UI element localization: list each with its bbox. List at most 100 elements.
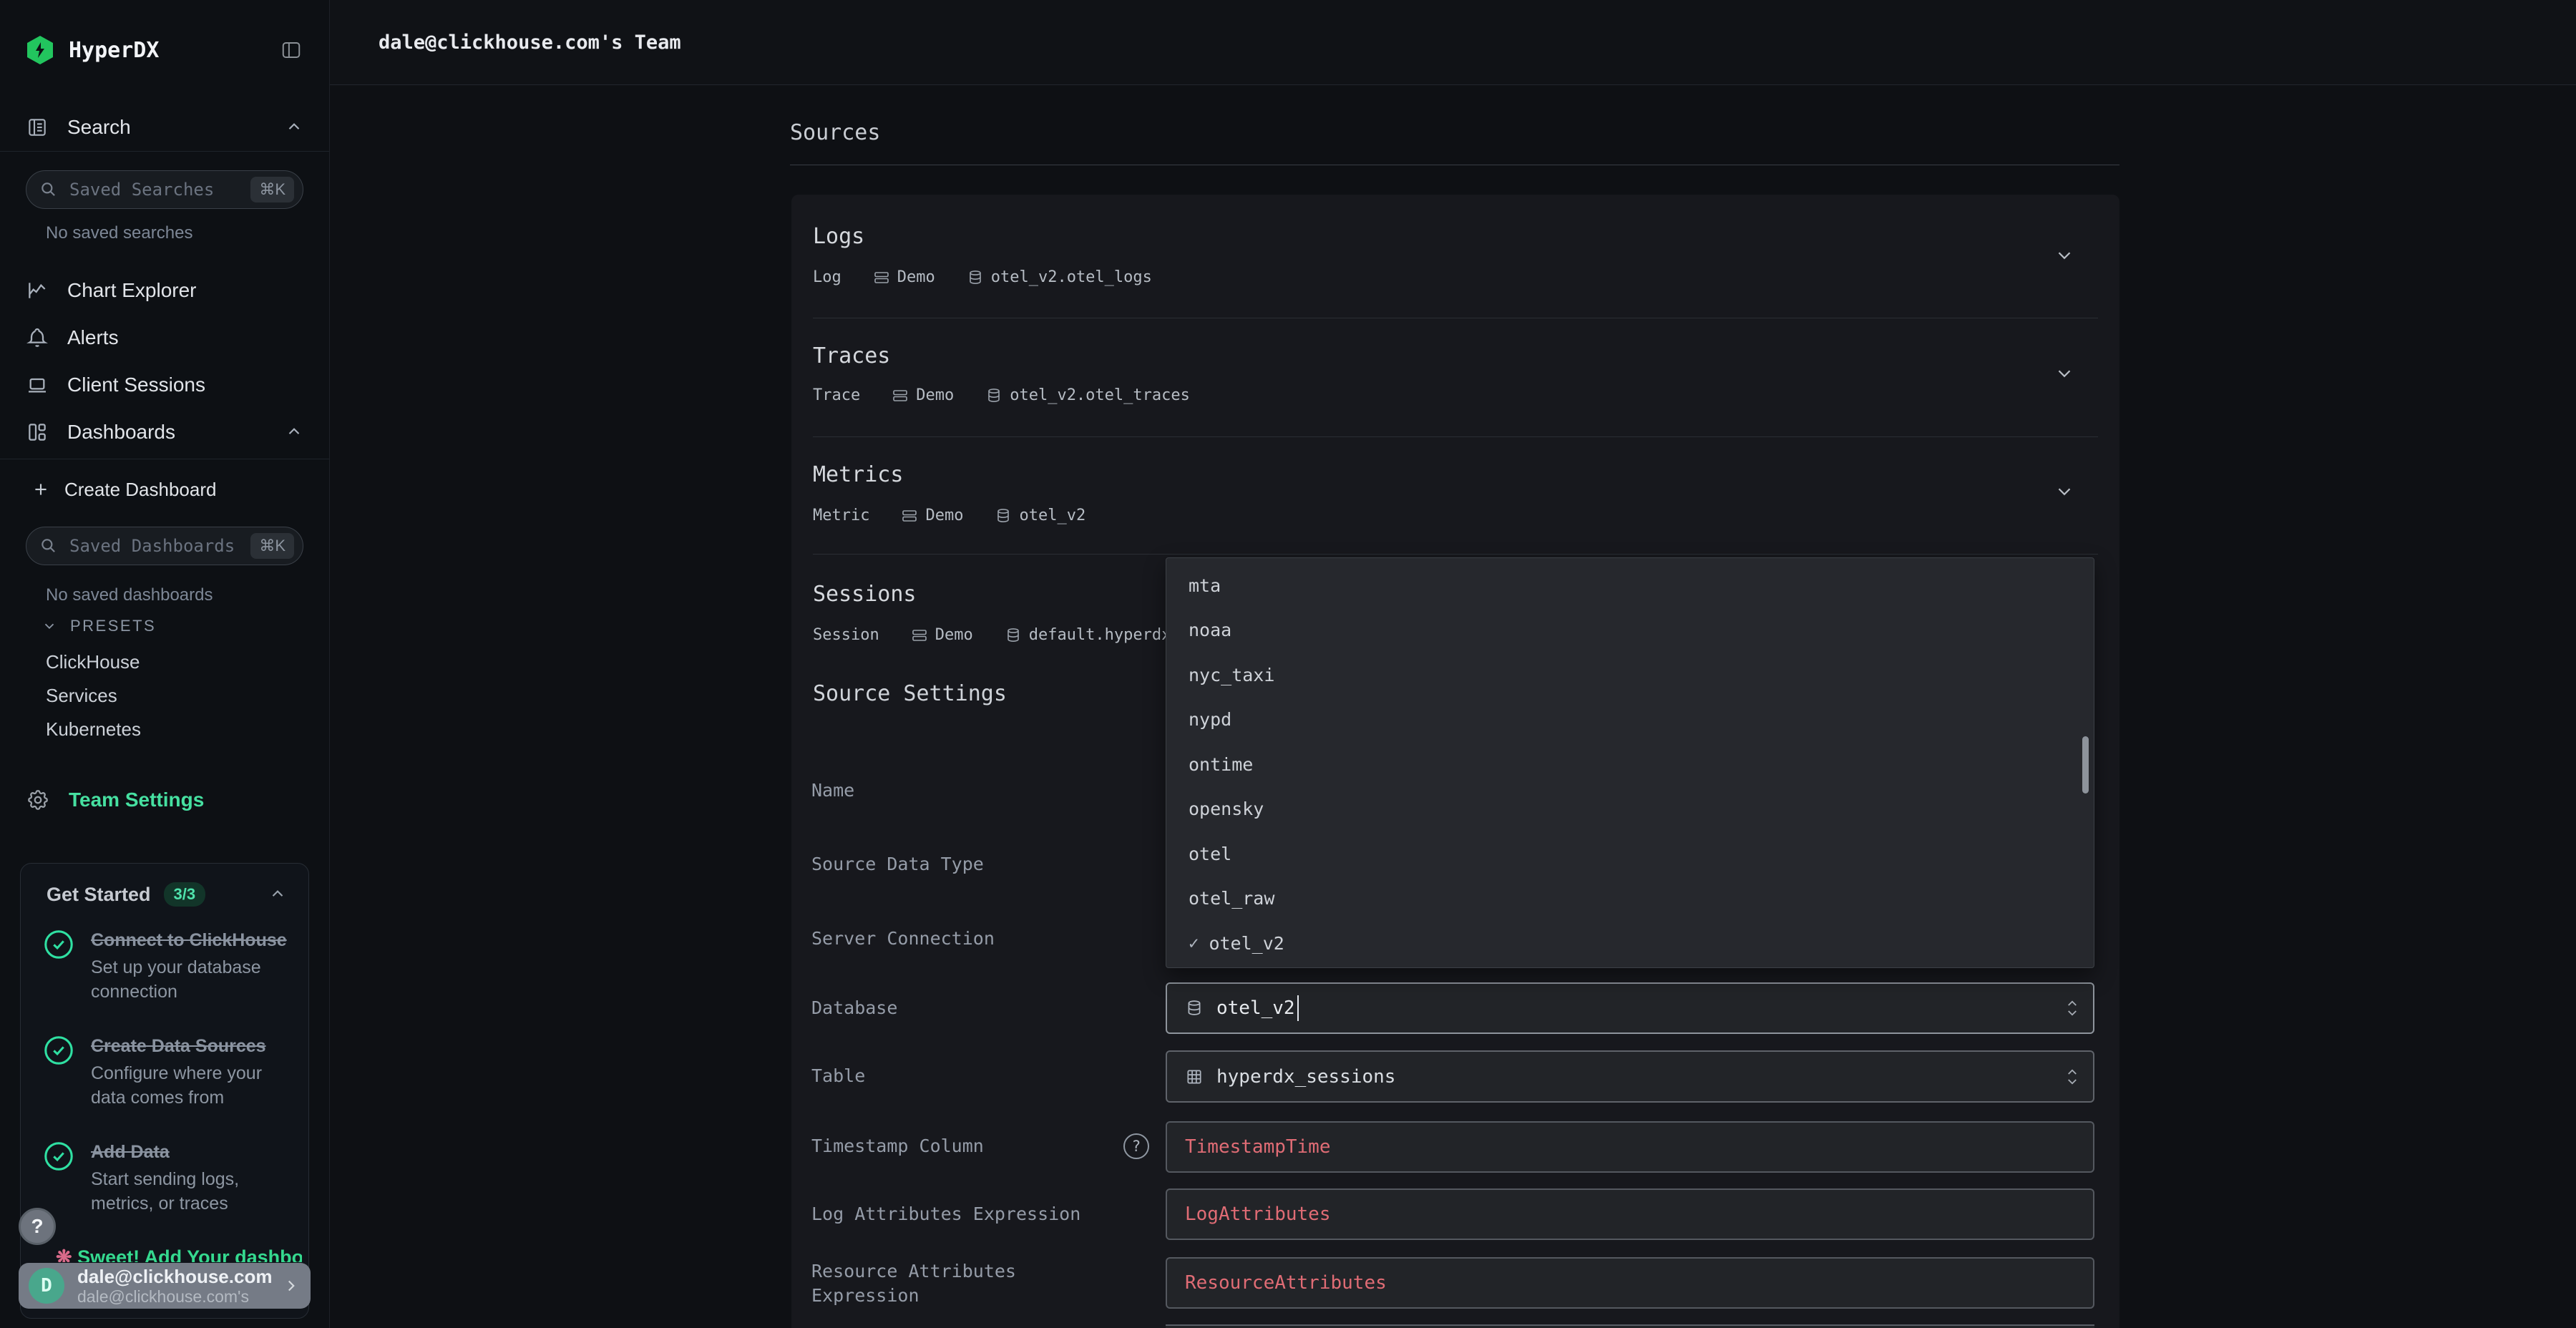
chevron-up-icon [285, 423, 303, 441]
source-card-title-traces: Traces [813, 343, 890, 368]
server-icon [901, 507, 918, 524]
main-header: dale@clickhouse.com's Team [330, 0, 2576, 85]
get-started-item-sources[interactable]: Create Data Sources Configure where your… [42, 1034, 308, 1110]
chevron-up-icon [285, 118, 303, 137]
text-cursor [1297, 995, 1299, 1021]
celebration-text-partial: ❋ Sweet! Add Your dashboard [56, 1246, 302, 1262]
get-started-item-add-data[interactable]: Add Data Start sending logs, metrics, or… [42, 1140, 308, 1216]
sidebar-item-chart-explorer[interactable]: Chart Explorer [26, 270, 303, 311]
avatar: D [29, 1268, 64, 1304]
dropdown-option-mta[interactable]: mta [1166, 563, 2094, 608]
page-title: dale@clickhouse.com's Team [379, 31, 681, 54]
get-started-item-title: Connect to ClickHouse [91, 930, 287, 950]
dropdown-option-nypd[interactable]: nypd [1166, 698, 2094, 743]
database-icon [1185, 999, 1204, 1017]
plus-icon [31, 480, 50, 499]
timestamp-help-icon[interactable]: ? [1123, 1133, 1149, 1159]
sidebar-item-dashboards[interactable]: Dashboards [26, 412, 303, 452]
get-started-item-connect[interactable]: Connect to ClickHouse Set up your databa… [42, 928, 308, 1004]
get-started-item-desc: Start sending logs, metrics, or traces [91, 1167, 294, 1216]
team-settings-label: Team Settings [69, 788, 204, 811]
source-type: Session [813, 626, 879, 644]
check-circle-icon [42, 928, 75, 1004]
preset-item-clickhouse[interactable]: ClickHouse [46, 651, 140, 673]
database-input[interactable]: otel_v2 [1166, 982, 2094, 1034]
gear-icon [26, 788, 50, 812]
table-value: hyperdx_sessions [1216, 1066, 1395, 1088]
dropdown-scrollbar[interactable] [2082, 736, 2089, 794]
saved-searches-input[interactable]: Saved Searches ⌘K [26, 170, 303, 209]
saved-dashboards-input[interactable]: Saved Dashboards ⌘K [26, 527, 303, 565]
dropdown-option-noaa[interactable]: noaa [1166, 608, 2094, 653]
help-button[interactable]: ? [19, 1208, 56, 1245]
connection-name: Demo [897, 268, 935, 286]
dropdown-option-ontime[interactable]: ontime [1166, 742, 2094, 787]
collapse-source-metrics-button[interactable] [2054, 481, 2075, 502]
timestamp-column-input[interactable]: TimestampTime [1166, 1121, 2094, 1173]
log-attributes-label: Log Attributes Expression [811, 1202, 1119, 1226]
connection-name: Demo [916, 386, 954, 404]
laptop-icon [26, 374, 49, 396]
get-started-collapse-button[interactable] [268, 885, 287, 904]
sidebar-item-team-settings[interactable]: Team Settings [26, 780, 303, 820]
database-icon [1005, 627, 1022, 644]
app-window: HyperDX Search [0, 0, 2576, 1328]
collapse-source-traces-button[interactable] [2054, 363, 2075, 384]
brand-title: HyperDX [69, 38, 159, 63]
search-icon [39, 537, 58, 555]
create-dashboard-button[interactable]: Create Dashboard [31, 471, 216, 508]
resource-attributes-value: ResourceAttributes [1185, 1272, 1387, 1294]
source-meta-traces: Trace Demo otel_v2.otel_traces [813, 386, 1190, 404]
search-panel-icon [26, 116, 49, 139]
table-icon [1185, 1068, 1204, 1086]
sidebar-item-client-sessions[interactable]: Client Sessions [26, 365, 303, 405]
user-team-name: dale@clickhouse.com's [77, 1287, 272, 1306]
log-attributes-value: LogAttributes [1185, 1204, 1331, 1225]
preset-item-kubernetes[interactable]: Kubernetes [46, 718, 141, 741]
preset-item-services[interactable]: Services [46, 685, 117, 707]
user-email: dale@clickhouse.com [77, 1266, 272, 1287]
dropdown-option-otel-raw[interactable]: otel_raw [1166, 877, 2094, 922]
help-label: ? [31, 1215, 43, 1238]
no-saved-dashboards-note: No saved dashboards [46, 585, 213, 605]
dropdown-option-otel-v2-selected[interactable]: ✓ otel_v2 [1166, 921, 2094, 966]
timestamp-column-value: TimestampTime [1185, 1136, 1331, 1158]
collapse-source-logs-button[interactable] [2054, 245, 2075, 266]
sidebar-item-label: Client Sessions [67, 374, 205, 396]
presets-label: PRESETS [70, 617, 156, 635]
user-menu[interactable]: D dale@clickhouse.com dale@clickhouse.co… [19, 1263, 311, 1309]
get-started-item-desc: Configure where your data comes from [91, 1061, 294, 1110]
select-updown-icon[interactable] [2066, 1068, 2079, 1086]
presets-toggle[interactable]: PRESETS [42, 617, 156, 635]
source-settings-heading: Source Settings [813, 681, 1007, 706]
table-label: Table [811, 1064, 1119, 1088]
sidebar-toggle-button[interactable] [279, 39, 303, 61]
database-value: otel_v2 [1216, 997, 1295, 1019]
database-icon [967, 269, 984, 286]
divider [813, 436, 2098, 437]
next-input-partial [1166, 1324, 2094, 1328]
source-type: Metric [813, 507, 869, 524]
select-updown-icon[interactable] [2066, 999, 2079, 1017]
get-started-item-desc: Set up your database connection [91, 955, 294, 1004]
get-started-item-title: Add Data [91, 1142, 170, 1162]
dropdown-option-otel[interactable]: otel [1166, 831, 2094, 877]
sidebar: HyperDX Search [0, 0, 330, 1328]
get-started-progress-badge: 3/3 [164, 882, 206, 907]
get-started-item-title: Create Data Sources [91, 1036, 266, 1056]
resource-attributes-input[interactable]: ResourceAttributes [1166, 1257, 2094, 1309]
divider [813, 554, 2098, 555]
sidebar-section-search[interactable]: Search [26, 107, 303, 147]
dropdown-option-nyc-taxi[interactable]: nyc_taxi [1166, 653, 2094, 698]
connection-name: Demo [925, 507, 963, 524]
hyperdx-logo-icon [26, 36, 54, 64]
saved-dashboards-placeholder: Saved Dashboards [69, 536, 239, 556]
search-icon [39, 180, 58, 199]
log-attributes-input[interactable]: LogAttributes [1166, 1188, 2094, 1240]
dropdown-option-opensky[interactable]: opensky [1166, 787, 2094, 832]
table-input[interactable]: hyperdx_sessions [1166, 1050, 2094, 1103]
get-started-title: Get Started [47, 884, 151, 906]
check-icon: ✓ [1189, 933, 1199, 953]
chevron-right-icon [282, 1276, 301, 1295]
sidebar-item-alerts[interactable]: Alerts [26, 318, 303, 358]
